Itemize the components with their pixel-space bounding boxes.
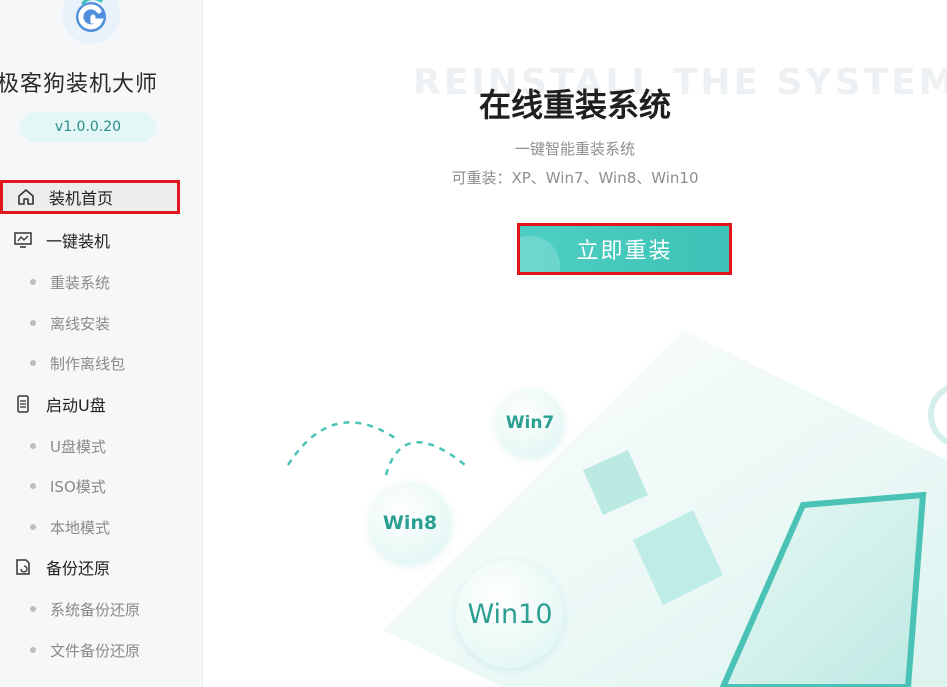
button-shine-decoration bbox=[520, 236, 560, 272]
bullet-dot bbox=[30, 360, 36, 366]
monitor-icon bbox=[12, 229, 34, 251]
sidebar-subitem-label: 离线安装 bbox=[50, 314, 111, 333]
sidebar-subitem-system-backup-restore[interactable]: 系统备份还原 bbox=[30, 596, 140, 622]
reinstall-now-label: 立即重装 bbox=[576, 239, 673, 264]
home-icon bbox=[15, 186, 37, 208]
sidebar-item-backup-restore[interactable]: 备份还原 bbox=[12, 550, 110, 584]
bullet-dot bbox=[30, 647, 36, 653]
sidebar-subitem-label: U盘模式 bbox=[50, 437, 106, 456]
sidebar: 极客狗装机大师 v1.0.0.20 装机首页 一键装机 重装系统 离线安装 制作… bbox=[0, 0, 203, 687]
sidebar-subitem-label: 重装系统 bbox=[50, 273, 111, 292]
sidebar-subitem-label: 制作离线包 bbox=[50, 354, 126, 373]
sidebar-subitem-make-offline-package[interactable]: 制作离线包 bbox=[30, 350, 125, 376]
sidebar-subitem-label: 系统备份还原 bbox=[50, 600, 141, 619]
page-title: 在线重装系统 bbox=[478, 86, 671, 124]
backup-icon bbox=[12, 556, 34, 578]
app-logo bbox=[62, 0, 120, 44]
sidebar-subitem-usb-mode[interactable]: U盘模式 bbox=[30, 433, 106, 459]
version-badge: v1.0.0.20 bbox=[20, 112, 156, 142]
bullet-dot bbox=[30, 320, 36, 326]
sidebar-item-label: 备份还原 bbox=[46, 559, 111, 578]
win8-bubble: Win8 bbox=[369, 482, 451, 564]
main-panel: REINSTALL THE SYSTEM 在线重装系统 一键智能重装系统 可重装… bbox=[203, 0, 947, 687]
bullet-dot bbox=[30, 483, 36, 489]
sidebar-subitem-reinstall-system[interactable]: 重装系统 bbox=[30, 269, 110, 295]
sidebar-subitem-offline-install[interactable]: 离线安装 bbox=[30, 310, 110, 336]
sidebar-item-label: 一键装机 bbox=[46, 232, 111, 251]
app-name: 极客狗装机大师 bbox=[0, 72, 159, 97]
page-subtitle: 一键智能重装系统 bbox=[514, 140, 635, 158]
sidebar-subitem-file-backup-restore[interactable]: 文件备份还原 bbox=[30, 637, 140, 663]
logo-icon bbox=[76, 0, 106, 32]
sidebar-subitem-label: 文件备份还原 bbox=[50, 641, 141, 660]
sidebar-item-home[interactable]: 装机首页 bbox=[0, 180, 180, 214]
win10-bubble: Win10 bbox=[456, 560, 564, 668]
sidebar-item-boot-usb[interactable]: 启动U盘 bbox=[12, 387, 106, 421]
sidebar-subitem-local-mode[interactable]: 本地模式 bbox=[30, 514, 110, 540]
win7-bubble: Win7 bbox=[496, 389, 564, 457]
sidebar-item-label: 启动U盘 bbox=[46, 396, 106, 415]
bullet-dot bbox=[30, 524, 36, 530]
bullet-dot bbox=[30, 606, 36, 612]
supported-systems-text: 可重装：XP、Win7、Win8、Win10 bbox=[451, 169, 699, 187]
bullet-dot bbox=[30, 279, 36, 285]
sidebar-subitem-iso-mode[interactable]: ISO模式 bbox=[30, 473, 106, 499]
sidebar-subitem-label: ISO模式 bbox=[50, 477, 106, 496]
sidebar-subitem-label: 本地模式 bbox=[50, 518, 111, 537]
reinstall-now-button[interactable]: 立即重装 bbox=[517, 223, 732, 275]
usb-drive-icon bbox=[12, 393, 34, 415]
sidebar-item-one-click-install[interactable]: 一键装机 bbox=[12, 223, 110, 257]
bullet-dot bbox=[30, 443, 36, 449]
illustration-background bbox=[286, 330, 947, 687]
sidebar-item-label: 装机首页 bbox=[49, 189, 114, 208]
